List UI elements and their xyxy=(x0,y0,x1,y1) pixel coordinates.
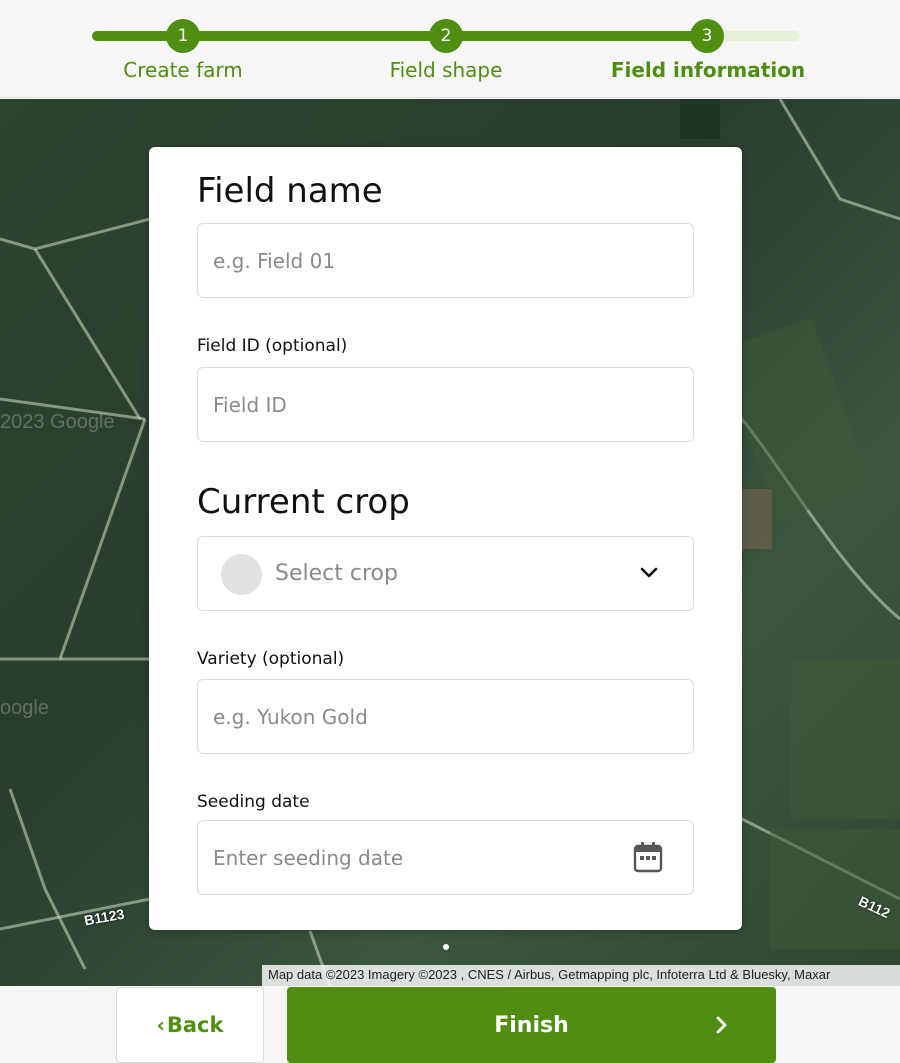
crop-select[interactable]: Select crop xyxy=(197,536,694,611)
seeding-date-input[interactable] xyxy=(198,821,693,894)
field-id-input[interactable] xyxy=(198,368,693,441)
step-2-label: Field shape xyxy=(389,58,503,82)
step-1-label: Create farm xyxy=(123,58,243,82)
variety-input[interactable] xyxy=(198,680,693,753)
carousel-dot xyxy=(443,944,449,950)
field-name-heading: Field name xyxy=(197,171,383,211)
seeding-date-label: Seeding date xyxy=(197,792,310,812)
field-id-label: Field ID (optional) xyxy=(197,336,348,356)
progress-stepper: 1 2 3 Create farm Field shape Field info… xyxy=(0,0,900,98)
crop-avatar-placeholder xyxy=(221,554,262,595)
field-name-field[interactable] xyxy=(197,223,694,298)
field-name-input[interactable] xyxy=(198,224,693,297)
back-button-label: Back xyxy=(166,1013,224,1037)
chevron-right-icon xyxy=(716,1016,727,1034)
step-2-number: 2 xyxy=(440,26,452,46)
field-information-card: Field name Field ID (optional) Current c… xyxy=(149,147,742,930)
step-3-indicator: 3 xyxy=(690,19,724,53)
field-id-field[interactable] xyxy=(197,367,694,442)
back-button[interactable]: ‹ Back xyxy=(116,987,264,1063)
variety-label: Variety (optional) xyxy=(197,649,345,669)
seeding-date-field[interactable] xyxy=(197,820,694,895)
map-watermark: oogle xyxy=(0,697,49,719)
finish-button[interactable]: Finish xyxy=(287,987,776,1063)
step-1-indicator: 1 xyxy=(166,19,200,53)
finish-button-label: Finish xyxy=(494,1012,569,1038)
step-3-number: 3 xyxy=(701,26,713,46)
step-1-number: 1 xyxy=(177,26,189,46)
chevron-down-icon xyxy=(640,567,658,578)
map-watermark: 2023 Google xyxy=(0,411,115,433)
step-3-label: Field information xyxy=(610,58,806,82)
current-crop-heading: Current crop xyxy=(197,482,410,522)
step-2-indicator: 2 xyxy=(429,19,463,53)
crop-select-placeholder: Select crop xyxy=(275,561,398,586)
calendar-icon[interactable] xyxy=(633,841,663,873)
back-chevron-icon: ‹ xyxy=(156,1013,165,1037)
map-attribution: Map data ©2023 Imagery ©2023 , CNES / Ai… xyxy=(262,965,900,986)
bottom-action-bar: ‹ Back Finish xyxy=(0,986,900,1063)
variety-field[interactable] xyxy=(197,679,694,754)
